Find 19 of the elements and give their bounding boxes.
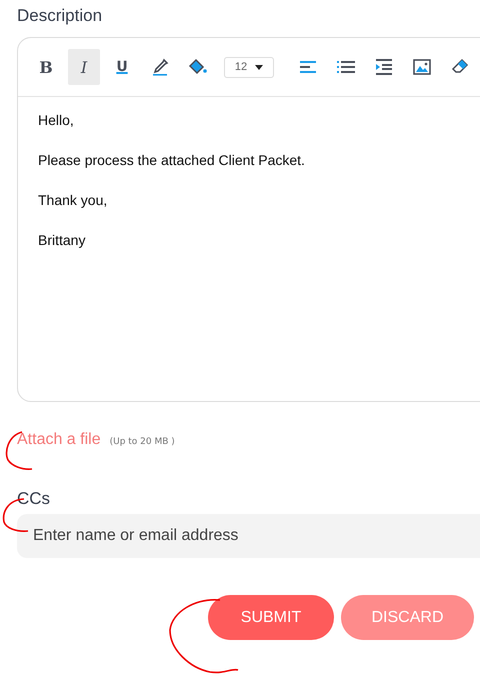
message-paragraph: Brittany: [38, 232, 86, 248]
caret-icon: [255, 64, 264, 70]
underline-button[interactable]: U: [106, 49, 138, 85]
file-size-note: (Up to 20 MB ): [110, 437, 175, 447]
indent-icon: [376, 59, 392, 75]
ccs-label: CCs: [17, 489, 52, 509]
image-icon: [413, 59, 431, 75]
list-icon: [337, 60, 355, 74]
message-paragraph: Thank you,: [38, 192, 108, 208]
cc-input-field[interactable]: Enter name or email address: [17, 514, 480, 558]
description-label: Description: [17, 6, 104, 26]
rich-text-editor[interactable]: B I U 12 Hello, Please process the attached Client Packet. Thank you, Brittany: [17, 37, 480, 402]
eraser-icon: [451, 58, 469, 76]
align-left-icon: [300, 60, 316, 74]
italic-button[interactable]: I: [68, 49, 100, 85]
bold-button[interactable]: B: [30, 49, 62, 85]
font-size-dropdown[interactable]: 12: [224, 56, 274, 78]
message-paragraph: Hello,: [38, 112, 75, 128]
message-paragraph: Please process the attached Client Packet.: [38, 152, 306, 168]
